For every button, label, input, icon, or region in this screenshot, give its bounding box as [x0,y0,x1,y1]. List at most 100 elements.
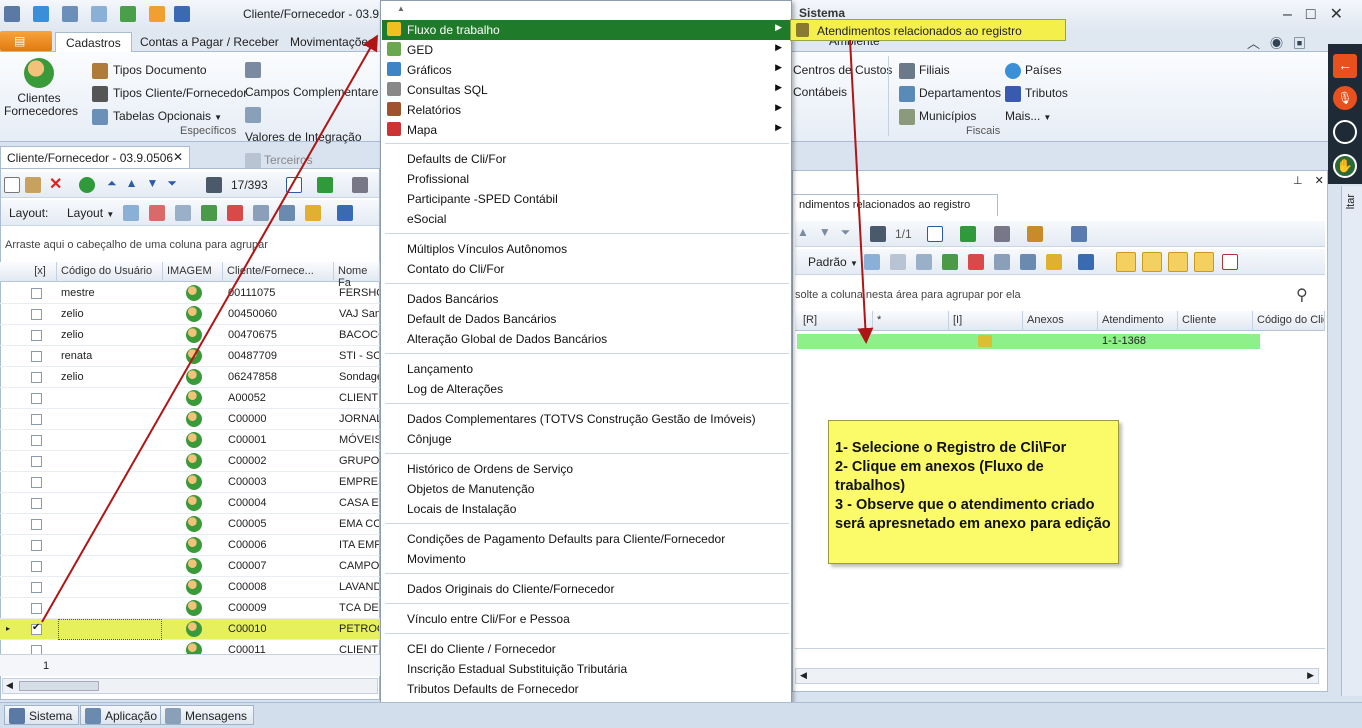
hand-icon[interactable]: ✋ [1333,154,1357,178]
menu-item[interactable]: CEI do Cliente / Fornecedor [382,639,790,659]
calendar-icon[interactable] [286,177,302,193]
menu-item[interactable]: Cônjuge [382,429,790,449]
right-nav-buttons[interactable]: ▲▼⏷ [797,225,860,240]
menu-item[interactable]: Default de Dados Bancários [382,309,790,329]
cell-user-code[interactable] [58,493,162,514]
tipos-cliente-item[interactable]: Tipos Cliente/Fornecedor [92,82,247,105]
row-checkbox[interactable] [31,351,42,362]
cell-client-code[interactable]: C00006 [225,535,333,556]
edit-icon[interactable] [25,177,41,193]
cell-name[interactable]: MÓVEIS [336,430,379,451]
table-row[interactable]: zelio 06247858 Sondage [0,367,380,388]
new-icon[interactable] [4,177,20,193]
menu-item[interactable]: Tributos Defaults de Fornecedor [382,679,790,699]
cell-client-code[interactable]: C00002 [225,451,333,472]
table-row[interactable]: C00009TCA DES [0,598,380,619]
cell-user-code[interactable] [58,388,162,409]
atendimentos-tab[interactable]: ndimentos relacionados ao registro [792,194,998,216]
menu-item-gr-ficos[interactable]: Gráficos ▶ [382,60,790,80]
columns-icon[interactable] [175,205,191,221]
cell-user-code[interactable] [58,472,162,493]
status-sistema-button[interactable]: Sistema [4,705,80,725]
menu-item[interactable]: Participante -SPED Contábil [382,189,790,209]
paises-item[interactable]: Países [1005,59,1068,82]
cell-client-code[interactable]: A00052 [225,388,333,409]
cell-name[interactable]: LAVAND [336,577,379,598]
centros-custos-item[interactable]: Centros de Custos [793,59,892,81]
highlight-icon[interactable] [305,205,321,221]
cell-name[interactable]: ITA EMP [336,535,379,556]
menu-scroll-up-icon[interactable]: ▲ [397,4,405,13]
window-icon[interactable] [62,6,79,22]
globe-small-icon[interactable]: ◉ [1270,36,1293,51]
app-icon[interactable] [4,6,20,22]
table-row[interactable]: A00052CLIENTE [0,388,380,409]
sort-icon[interactable] [279,205,295,221]
cell-user-code[interactable] [58,430,162,451]
chart-icon[interactable] [337,205,353,221]
menu-item[interactable]: Vínculo entre Cli/For e Pessoa [382,609,790,629]
right-settings-icon[interactable] [1027,226,1043,242]
right-columns-icon[interactable] [916,254,932,270]
table-row[interactable]: C00003EMPRES [0,472,380,493]
row-checkbox[interactable] [31,603,42,614]
cell-user-code[interactable]: renata [58,346,162,367]
table-row[interactable]: C00008 LAVAND [0,577,380,598]
col-user-code[interactable]: Código do Usuário [57,262,163,282]
cell-client-code[interactable]: 00470675 [225,325,333,346]
menu-item[interactable]: Profissional [382,169,790,189]
cell-client-code[interactable]: 00450060 [225,304,333,325]
export-grid-icon[interactable] [227,205,243,221]
grid-remove-icon[interactable] [149,205,165,221]
cell-client-code[interactable]: C00003 [225,472,333,493]
cell-user-code[interactable] [58,598,162,619]
menu-item-fluxo-de-trabalho[interactable]: Fluxo de trabalho ▶ [382,20,790,40]
row-checkbox[interactable] [31,414,42,425]
campos-complementares-item[interactable]: Campos Complementares [245,59,379,104]
restore-button[interactable]: □ [1306,6,1330,23]
tab-movimentacoes[interactable]: Movimentações [280,32,384,52]
cell-client-code[interactable]: C00001 [225,430,333,451]
rcol-r[interactable]: [R] [799,311,873,331]
menu-item[interactable]: Defaults de Cli/For [382,149,790,169]
right-process-icon[interactable] [960,226,976,242]
menu-item[interactable]: Lançamento [382,359,790,379]
table-row[interactable]: C00007CAMPOS [0,556,380,577]
menu-item[interactable]: Objetos de Manutenção [382,479,790,499]
right-grid-icon[interactable] [864,254,880,270]
cell-client-code[interactable]: C00008 [225,577,333,598]
menu-item[interactable]: Movimento [382,549,790,569]
row-checkbox[interactable] [31,330,42,341]
cell-name[interactable]: CAMPOS [336,556,379,577]
rcol-codigo[interactable]: Código do Clie [1253,311,1325,331]
delete-icon[interactable]: ✕ [49,174,62,194]
layout-dropdown[interactable]: Layout ▼ [67,206,114,220]
view4-icon[interactable] [1194,252,1214,272]
print-icon[interactable] [352,177,368,193]
right-grid-remove-icon[interactable] [890,254,906,270]
cell-user-code[interactable] [58,514,162,535]
table-row[interactable]: C00002 GRUPO [0,451,380,472]
menu-item-ged[interactable]: GED ▶ [382,40,790,60]
row-checkbox[interactable] [31,288,42,299]
menu-item[interactable]: Inscrição Estadual Substituição Tributár… [382,659,790,679]
row-checkbox[interactable] [31,477,42,488]
cell-user-code[interactable]: zelio [58,367,162,388]
side-dock-label[interactable]: ltar [1345,194,1357,209]
menu-item[interactable]: Múltiplos Vínculos Autônomos [382,239,790,259]
cell-client-code[interactable]: C00010 [225,619,333,640]
cell-user-code[interactable] [58,409,162,430]
document-tab[interactable]: Cliente/Fornecedor - 03.9.0506 ✕ [0,146,190,168]
cell-name[interactable]: TCA DES [336,598,379,619]
table-row[interactable]: zelio 00470675BACOCO [0,325,380,346]
process-icon[interactable] [317,177,333,193]
status-mensagens-button[interactable]: Mensagens [160,705,255,725]
menu-item[interactable]: Dados Originais do Cliente/Fornecedor [382,579,790,599]
nav-buttons[interactable]: ⏶▲▼⏷ [107,176,186,191]
cell-user-code[interactable]: zelio [58,325,162,346]
cell-client-code[interactable]: C00004 [225,493,333,514]
cell-name[interactable]: GRUPO [336,451,379,472]
menu-item[interactable]: Log de Alterações [382,379,790,399]
menu-item[interactable]: eSocial [382,209,790,229]
menu-item[interactable]: Locais de Instalação [382,499,790,519]
